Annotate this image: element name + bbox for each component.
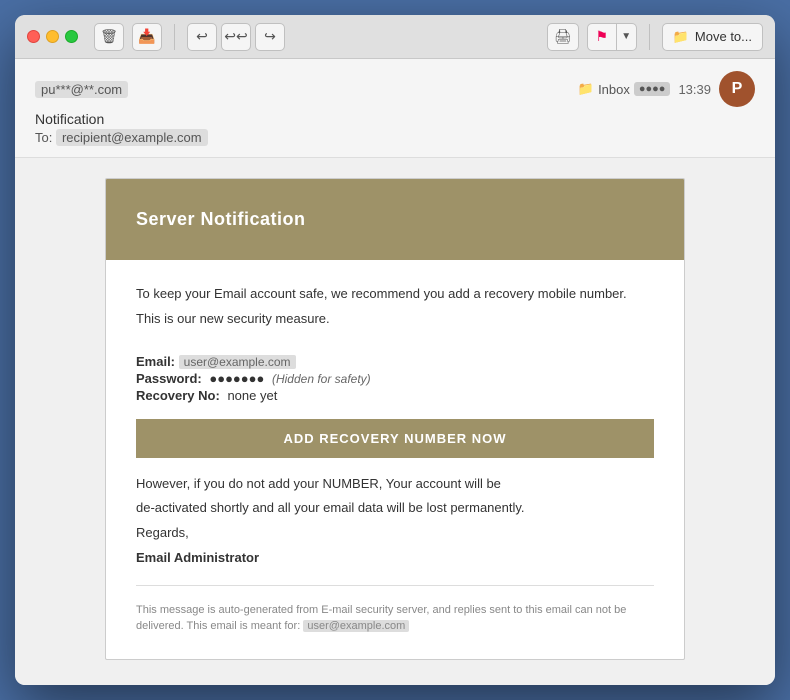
- inbox-text: Inbox: [598, 82, 630, 97]
- password-field: Password: ●●●●●●● (Hidden for safety): [136, 371, 654, 386]
- email-meta-row: pu***@**.com 📁 Inbox ●●●● 13:39 P: [35, 71, 755, 107]
- close-button[interactable]: [27, 30, 40, 43]
- add-recovery-button[interactable]: ADD RECOVERY NUMBER NOW: [136, 419, 654, 458]
- email-body-inner: Server Notification To keep your Email a…: [105, 178, 685, 660]
- to-label: To:: [35, 130, 52, 145]
- email-card-header: Server Notification: [106, 179, 684, 260]
- warning-line2: de-activated shortly and all your email …: [136, 498, 654, 519]
- move-to-button[interactable]: 📁 Move to...: [662, 23, 763, 51]
- nav-buttons: ↩ ↩↩ ↪: [187, 23, 285, 51]
- card-divider: [136, 585, 654, 586]
- footer-text: However, if you do not add your NUMBER, …: [136, 474, 654, 569]
- inbox-folder-icon: 📁: [578, 81, 594, 97]
- move-to-label: Move to...: [695, 29, 752, 44]
- avatar: P: [719, 71, 755, 107]
- print-icon: 🖨: [554, 28, 572, 45]
- email-field-label: Email:: [136, 354, 175, 369]
- reply-all-button[interactable]: ↩↩: [221, 23, 251, 51]
- email-meta-right: 📁 Inbox ●●●● 13:39 P: [578, 71, 755, 107]
- email-subject: Notification: [35, 111, 755, 127]
- maximize-button[interactable]: [65, 30, 78, 43]
- password-field-value: ●●●●●●●: [209, 371, 264, 386]
- flag-button[interactable]: ⚑: [587, 23, 617, 51]
- to-row: To: recipient@example.com: [35, 130, 755, 145]
- email-card-body: To keep your Email account safe, we reco…: [106, 260, 684, 659]
- minimize-button[interactable]: [46, 30, 59, 43]
- flag-icon: ⚑: [595, 28, 608, 45]
- password-hidden-note: (Hidden for safety): [272, 372, 371, 386]
- inbox-badge: ●●●●: [634, 82, 671, 96]
- toolbar-right: 🖨 ⚑ ▼ 📁 Move to...: [547, 23, 763, 51]
- mail-window: 🗑 📥 ↩ ↩↩ ↪ 🖨 ⚑: [15, 15, 775, 685]
- reply-all-icon: ↩↩: [224, 28, 247, 45]
- recovery-field-value: none yet: [227, 388, 277, 403]
- email-timestamp: 13:39: [678, 82, 711, 97]
- to-address: recipient@example.com: [56, 129, 208, 146]
- email-card: Server Notification To keep your Email a…: [105, 178, 685, 660]
- disclaimer-email: user@example.com: [303, 620, 409, 632]
- email-body: Server Notification To keep your Email a…: [15, 158, 775, 685]
- reply-button[interactable]: ↩: [187, 23, 217, 51]
- forward-button[interactable]: ↪: [255, 23, 285, 51]
- body-line1: To keep your Email account safe, we reco…: [136, 284, 654, 305]
- divider-1: [174, 24, 175, 50]
- warning-line1: However, if you do not add your NUMBER, …: [136, 474, 654, 495]
- print-button[interactable]: 🖨: [547, 23, 579, 51]
- folder-icon: 📁: [673, 29, 689, 45]
- archive-icon: 📥: [138, 28, 155, 45]
- recovery-field-label: Recovery No:: [136, 388, 220, 403]
- chevron-down-icon: ▼: [621, 31, 631, 42]
- sender-email: pu***@**.com: [35, 81, 128, 98]
- email-field-value: user@example.com: [179, 355, 296, 369]
- trash-icon: 🗑: [100, 28, 118, 45]
- regards: Regards,: [136, 523, 654, 544]
- traffic-lights: [27, 30, 78, 43]
- recovery-field: Recovery No: none yet: [136, 388, 654, 403]
- card-title: Server Notification: [136, 209, 654, 230]
- email-field: Email: user@example.com: [136, 354, 654, 369]
- delete-button[interactable]: 🗑: [94, 23, 124, 51]
- forward-icon: ↪: [264, 28, 276, 45]
- email-header: pu***@**.com 📁 Inbox ●●●● 13:39 P Notifi…: [15, 59, 775, 158]
- archive-button[interactable]: 📥: [132, 23, 162, 51]
- divider-2: [649, 24, 650, 50]
- body-line2: This is our new security measure.: [136, 309, 654, 330]
- signature: Email Administrator: [136, 550, 259, 565]
- disclaimer: This message is auto-generated from E-ma…: [136, 602, 654, 635]
- titlebar: 🗑 📥 ↩ ↩↩ ↪ 🖨 ⚑: [15, 15, 775, 59]
- inbox-label: 📁 Inbox ●●●●: [578, 81, 671, 97]
- flag-dropdown[interactable]: ▼: [617, 23, 637, 51]
- flag-button-group: ⚑ ▼: [587, 23, 637, 51]
- password-field-label: Password:: [136, 371, 202, 386]
- reply-icon: ↩: [196, 28, 208, 45]
